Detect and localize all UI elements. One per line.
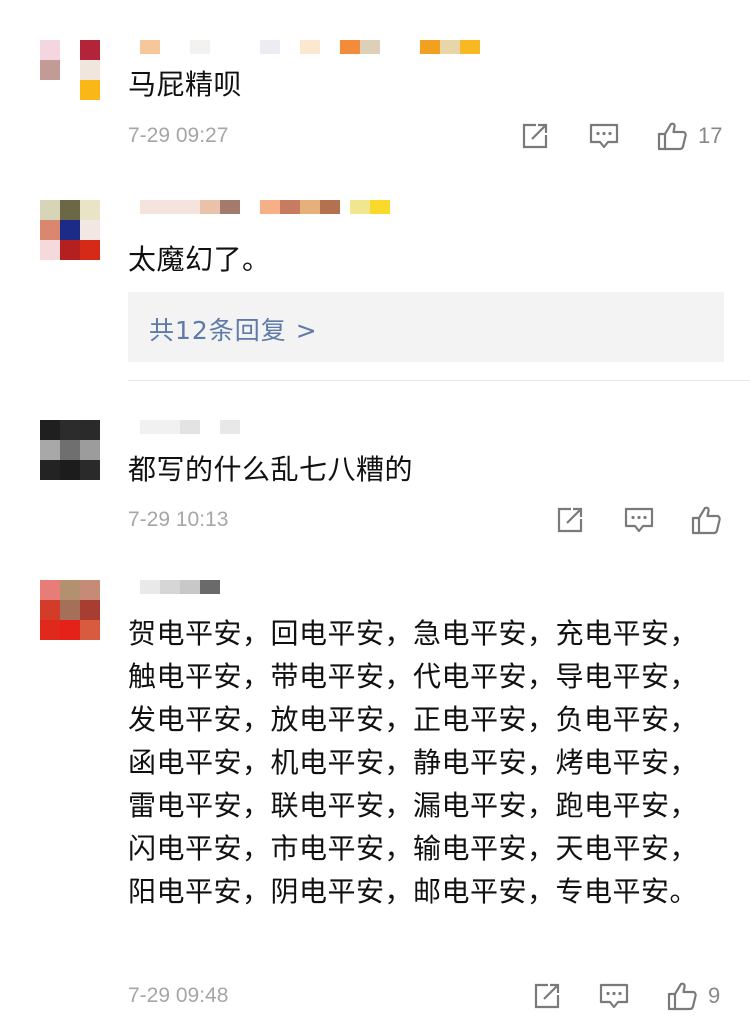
- comment-text: 贺电平安，回电平安，急电平安，充电平安，触电平安，带电平安，代电平安，导电平安，…: [128, 617, 699, 908]
- like-count: 9: [708, 983, 721, 1008]
- comment-icon: [598, 981, 630, 1011]
- like-icon: [666, 980, 698, 1012]
- comment-time: 7-29 09:48: [128, 984, 229, 1007]
- comment-list: 马屁精呗 7-29 09:27 17 太魔幻了。 共12条回复 > 都写的什么乱…: [0, 0, 750, 1026]
- comment-button[interactable]: [598, 980, 630, 1012]
- avatar[interactable]: [40, 580, 100, 640]
- like-button[interactable]: 9: [666, 980, 720, 1012]
- share-button[interactable]: [532, 980, 562, 1012]
- comment-meta: 7-29 09:48 9: [128, 980, 728, 1012]
- share-icon: [532, 981, 562, 1011]
- comment-item: 贺电平安，回电平安，急电平安，充电平安，触电平安，带电平安，代电平安，导电平安，…: [0, 0, 750, 1026]
- username-redacted[interactable]: [130, 580, 490, 598]
